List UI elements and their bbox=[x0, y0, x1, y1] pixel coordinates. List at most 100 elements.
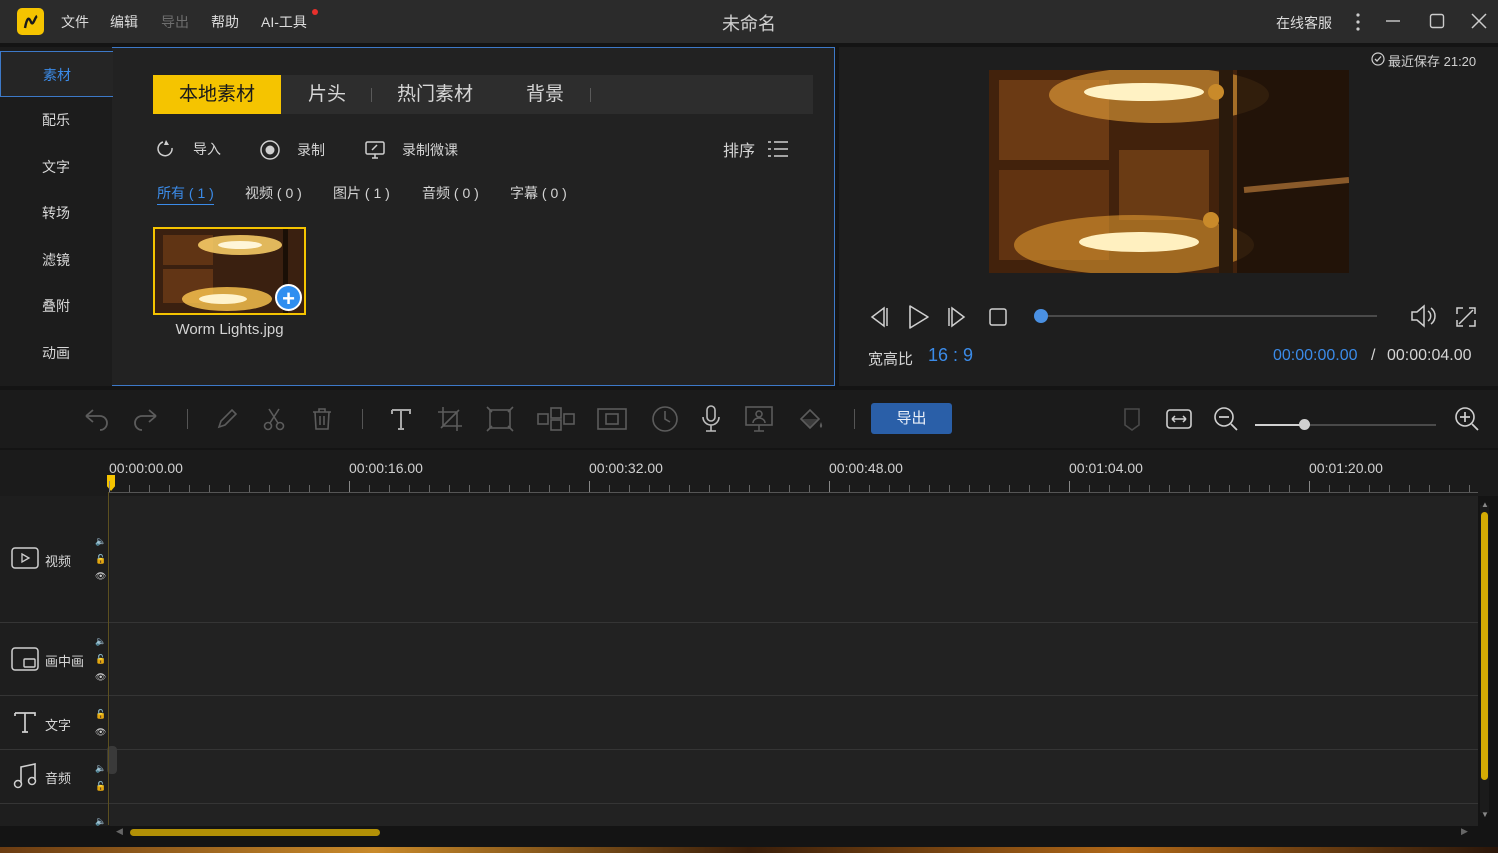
mosaic-icon[interactable] bbox=[537, 404, 575, 434]
scissors-icon[interactable] bbox=[259, 404, 289, 434]
filter-image[interactable]: 图片 ( 1 ) bbox=[333, 183, 390, 203]
ruler-tick bbox=[1049, 485, 1050, 492]
ruler-tick bbox=[309, 485, 310, 492]
redo-icon[interactable] bbox=[131, 404, 161, 434]
lock-icon[interactable]: 🔓 bbox=[95, 554, 106, 564]
ruler-tick bbox=[1089, 485, 1090, 492]
vertical-scrollbar-thumb[interactable] bbox=[1481, 512, 1488, 780]
video-track-icon bbox=[10, 546, 40, 570]
ruler-tick bbox=[1189, 485, 1190, 492]
resize-icon[interactable] bbox=[485, 404, 515, 434]
import-label: 导入 bbox=[193, 141, 221, 157]
ruler-tick bbox=[629, 485, 630, 492]
sidebar-item-music[interactable]: 配乐 bbox=[0, 97, 112, 143]
filter-video[interactable]: 视频 ( 0 ) bbox=[245, 183, 302, 203]
minimize-icon[interactable] bbox=[1385, 13, 1401, 29]
import-button[interactable]: 导入 bbox=[155, 139, 221, 159]
crop-icon[interactable] bbox=[435, 404, 465, 434]
tab-backgrounds[interactable]: 背景 bbox=[500, 75, 590, 114]
record-button[interactable]: 录制 bbox=[259, 139, 325, 161]
mute-icon[interactable]: 🔈 bbox=[95, 816, 106, 826]
sort-label: 排序 bbox=[723, 143, 756, 160]
tab-popular-media[interactable]: 热门素材 bbox=[380, 75, 490, 114]
speed-clock-icon[interactable] bbox=[650, 404, 680, 434]
sort-button[interactable]: 排序 bbox=[723, 137, 789, 161]
presenter-icon[interactable] bbox=[744, 404, 774, 434]
next-frame-icon[interactable] bbox=[946, 305, 970, 329]
scroll-right-icon[interactable]: ▶ bbox=[1461, 826, 1468, 837]
microphone-icon[interactable] bbox=[696, 404, 726, 434]
stop-icon[interactable] bbox=[988, 307, 1008, 327]
eye-icon[interactable]: 👁 bbox=[95, 672, 106, 682]
frame-icon[interactable] bbox=[597, 404, 627, 434]
sidebar-item-text[interactable]: 文字 bbox=[0, 144, 112, 190]
tab-local-media[interactable]: 本地素材 bbox=[153, 75, 281, 114]
mute-icon[interactable]: 🔈 bbox=[95, 636, 106, 646]
sidebar-item-materials[interactable]: 素材 bbox=[0, 51, 113, 97]
edit-pencil-icon[interactable] bbox=[212, 404, 242, 434]
export-button[interactable]: 导出 bbox=[871, 403, 952, 434]
scroll-down-icon[interactable]: ▼ bbox=[1481, 810, 1489, 819]
track-lane-extra[interactable] bbox=[110, 804, 1478, 826]
sidebar-item-transitions[interactable]: 转场 bbox=[0, 190, 112, 236]
record-label: 录制 bbox=[297, 142, 325, 158]
ruler-tick bbox=[529, 485, 530, 492]
mute-icon[interactable]: 🔈 bbox=[95, 536, 106, 546]
record-lesson-button[interactable]: 录制微课 bbox=[364, 139, 458, 161]
scroll-left-icon[interactable]: ◀ bbox=[116, 826, 123, 837]
track-lane-text[interactable] bbox=[110, 696, 1478, 749]
filter-subtitle[interactable]: 字幕 ( 0 ) bbox=[510, 183, 567, 203]
zoom-slider-handle[interactable] bbox=[1299, 419, 1310, 430]
paint-bucket-icon[interactable] bbox=[796, 404, 826, 434]
zoom-in-icon[interactable] bbox=[1452, 404, 1482, 434]
ruler-tick bbox=[869, 485, 870, 492]
aspect-ratio-value[interactable]: 16 : 9 bbox=[928, 345, 973, 366]
volume-icon[interactable] bbox=[1409, 303, 1439, 329]
sidebar-item-animation[interactable]: 动画 bbox=[0, 330, 112, 376]
tab-divider bbox=[590, 88, 591, 102]
horizontal-scrollbar-thumb[interactable] bbox=[130, 829, 380, 836]
lock-icon[interactable]: 🔓 bbox=[95, 654, 106, 664]
preview-canvas bbox=[989, 70, 1349, 273]
online-support-link[interactable]: 在线客服 bbox=[1276, 13, 1332, 33]
filter-all[interactable]: 所有 ( 1 ) bbox=[157, 183, 214, 205]
ruler-tick bbox=[649, 485, 650, 492]
track-lane-pip[interactable] bbox=[110, 623, 1478, 695]
delete-icon[interactable] bbox=[307, 404, 337, 434]
lock-icon[interactable]: 🔓 bbox=[95, 709, 106, 719]
eye-icon[interactable]: 👁 bbox=[95, 727, 106, 737]
track-lane-audio[interactable] bbox=[110, 750, 1478, 803]
track-lane-video[interactable] bbox=[110, 496, 1478, 622]
ruler-tick bbox=[709, 485, 710, 492]
maximize-icon[interactable] bbox=[1429, 13, 1445, 29]
lock-icon[interactable]: 🔓 bbox=[95, 781, 106, 791]
close-icon[interactable] bbox=[1471, 13, 1487, 29]
sidebar-item-overlays[interactable]: 叠附 bbox=[0, 283, 112, 329]
ruler-tick bbox=[329, 485, 330, 492]
more-vertical-icon[interactable] bbox=[1352, 12, 1364, 32]
fit-timeline-icon[interactable] bbox=[1164, 404, 1194, 434]
eye-icon[interactable]: 👁 bbox=[95, 571, 106, 581]
mute-icon[interactable]: 🔈 bbox=[95, 763, 106, 773]
undo-icon[interactable] bbox=[81, 404, 111, 434]
marker-icon[interactable] bbox=[1117, 404, 1147, 434]
previous-frame-icon[interactable] bbox=[866, 305, 890, 329]
ruler-tick bbox=[589, 481, 590, 492]
ruler-label: 00:00:48.00 bbox=[829, 460, 903, 476]
playback-progress-handle[interactable] bbox=[1034, 309, 1048, 323]
ruler-tick bbox=[1289, 485, 1290, 492]
playback-progress-track[interactable] bbox=[1040, 315, 1377, 317]
text-tool-icon[interactable] bbox=[386, 404, 416, 434]
sidebar-item-filters[interactable]: 滤镜 bbox=[0, 237, 112, 283]
add-to-timeline-icon[interactable]: + bbox=[275, 284, 302, 311]
scroll-up-icon[interactable]: ▲ bbox=[1481, 500, 1489, 509]
filter-audio[interactable]: 音频 ( 0 ) bbox=[422, 183, 479, 203]
ruler-tick bbox=[369, 485, 370, 492]
play-icon[interactable] bbox=[905, 304, 931, 330]
zoom-slider-fill bbox=[1255, 424, 1304, 426]
tab-intros[interactable]: 片头 bbox=[282, 75, 372, 114]
ruler-tick bbox=[1149, 485, 1150, 492]
zoom-out-icon[interactable] bbox=[1211, 404, 1241, 434]
fullscreen-icon[interactable] bbox=[1454, 305, 1478, 329]
music-note-icon bbox=[12, 762, 38, 790]
